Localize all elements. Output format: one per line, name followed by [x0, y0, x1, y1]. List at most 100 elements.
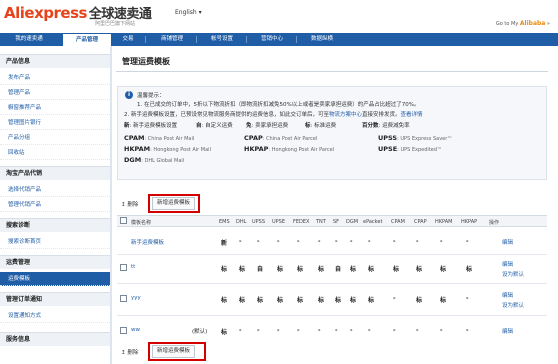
sidebar-item-product-groups[interactable]: 产品分组: [0, 131, 110, 145]
table-cell: -: [350, 327, 353, 334]
delete-button-top[interactable]: ↥ 删除: [121, 200, 138, 208]
sidebar-section-taobao: 淘宝产品代销: [0, 166, 110, 180]
nav-item-products[interactable]: 产品管理: [62, 33, 112, 46]
table-cell: 标: [239, 297, 246, 304]
row-checkbox[interactable]: [120, 295, 127, 302]
nav-item-my-aliexpress[interactable]: 我的速卖通: [6, 33, 52, 46]
table-cell: 标: [221, 329, 228, 336]
table-cell: 标: [297, 266, 304, 273]
edit-link[interactable]: 编辑: [502, 327, 513, 335]
sidebar-item-recycle-bin[interactable]: 回收站: [0, 146, 110, 160]
goto-my-alibaba-link[interactable]: Go to My Alibaba »: [496, 20, 550, 27]
table-cell: 标: [393, 266, 400, 273]
nav-item-trade[interactable]: 交易: [114, 33, 142, 46]
th-cpap: CPAP: [414, 219, 427, 225]
table-cell: 自: [335, 266, 342, 273]
table-cell: 标: [416, 266, 423, 273]
row-name-tt[interactable]: tt: [131, 264, 135, 270]
table-cell: -: [466, 295, 469, 302]
logo-ali: Ali: [4, 4, 25, 22]
table-cell: 标: [297, 297, 304, 304]
sidebar-item-image-bank[interactable]: 管理图片银行: [0, 116, 110, 130]
table-cell: -: [416, 238, 419, 245]
sidebar-item-notify-method[interactable]: 设置通知方式: [0, 309, 110, 323]
logo-subtitle: 阿里巴巴旗下网站: [95, 21, 136, 27]
table-cell: -: [368, 327, 371, 334]
table-cell: 标: [277, 297, 284, 304]
sidebar-item-freight-template[interactable]: 运费模板: [0, 272, 110, 286]
sidebar-item-select-consign[interactable]: 选择代销产品: [0, 183, 110, 197]
tips-heading: 温馨提示：: [137, 93, 165, 99]
legend-text: : 标准运费: [310, 123, 337, 129]
edit-link[interactable]: 编辑: [502, 291, 513, 299]
nav-item-data[interactable]: 数据纵横: [302, 33, 342, 46]
table-cell: 标: [335, 297, 342, 304]
code-desc: : DHL Global Mail: [141, 158, 185, 164]
table-cell: -: [277, 238, 280, 245]
legend-percent: 百分数: 运费减免率: [362, 121, 410, 129]
table-header: 模板名称 EMS DHL UPSS UPSE FEDEX TNT SF DGM …: [117, 215, 547, 227]
table-cell: -: [466, 327, 469, 334]
sidebar-divider: [110, 46, 112, 364]
table-cell: 标: [318, 297, 325, 304]
code-key: UPSS: [378, 134, 398, 142]
table-cell: 标: [440, 266, 447, 273]
nav-item-marketing[interactable]: 营销中心: [252, 33, 292, 46]
delete-button-bottom[interactable]: ↥ 删除: [121, 348, 138, 356]
row-checkbox[interactable]: [120, 327, 127, 334]
code-desc: : Hongkong Post Air Parcel: [268, 147, 335, 153]
tips-line2d: 直接安排发货。: [362, 112, 401, 118]
goto-brand: Alibaba: [519, 20, 546, 27]
sidebar-item-manage-consign[interactable]: 管理代销产品: [0, 198, 110, 212]
select-all-checkbox[interactable]: [120, 217, 127, 224]
code-upss: UPSS: UPS Express Saver™: [378, 134, 452, 142]
row-name-yyy[interactable]: yyy: [131, 295, 141, 301]
code-cpap: CPAP: China Post Air Parcel: [244, 134, 317, 142]
table-cell: 标: [239, 266, 246, 273]
view-details-link[interactable]: 查看详情: [401, 112, 423, 118]
set-default-link[interactable]: 设为默认: [502, 270, 524, 278]
row-checkbox[interactable]: [120, 264, 127, 271]
legend-standard: 标: 标准运费: [305, 121, 336, 129]
edit-link[interactable]: 编辑: [502, 238, 513, 246]
sidebar-item-publish-product[interactable]: 发布产品: [0, 71, 110, 85]
code-dgm: DGM: DHL Global Mail: [124, 156, 184, 164]
goto-suffix: »: [545, 21, 550, 27]
legend-free: 免: 卖家承担运费: [246, 121, 288, 129]
tips-line2b: ，已预设常见物流服务商提供的运费信息，如此交订单后，可至: [175, 112, 330, 118]
language-selector[interactable]: English ▾: [175, 9, 202, 16]
table-cell: -: [257, 238, 260, 245]
sidebar-item-search-diagnosis-home[interactable]: 搜索诊断首页: [0, 235, 110, 249]
row-divider: [117, 254, 547, 255]
th-actions: 操作: [489, 220, 500, 226]
sidebar-section-order-notify: 管理订单通知: [0, 292, 110, 306]
table-cell: 标: [257, 297, 264, 304]
table-cell: -: [393, 295, 396, 302]
code-key: CPAP: [244, 134, 263, 142]
highlight-box-top: [148, 194, 200, 213]
highlight-box-bottom: [148, 342, 206, 361]
set-default-link[interactable]: 设为默认: [502, 301, 524, 309]
sidebar-section-product-info: 产品信息: [0, 54, 110, 68]
code-desc: : UPS Express Saver™: [397, 136, 453, 142]
top-header: Aliexpress 全球速卖通 阿里巴巴旗下网站 English ▾ Go to…: [0, 0, 558, 33]
nav-item-store[interactable]: 商铺管理: [152, 33, 192, 46]
legend-text: : 运费减免率: [378, 123, 410, 129]
table-cell: 标: [466, 266, 473, 273]
row-name-ww[interactable]: ww: [131, 327, 140, 333]
table-cell: -: [335, 238, 338, 245]
table-cell: 标: [368, 266, 375, 273]
table-cell: -: [277, 327, 280, 334]
table-cell: 新: [221, 240, 228, 247]
nav-item-account[interactable]: 帐号设置: [202, 33, 242, 46]
table-cell: 标: [350, 297, 357, 304]
sidebar-item-manage-products[interactable]: 管理产品: [0, 86, 110, 100]
row-name-novice[interactable]: 新手运费模板: [131, 238, 164, 246]
tips-line2a: 2. 新手运费模板设置: [124, 112, 175, 118]
tips-line2: 2. 新手运费模板设置，已预设常见物流服务商提供的运费信息，如此交订单后，可至物…: [124, 110, 423, 118]
edit-link[interactable]: 编辑: [502, 260, 513, 268]
logistics-center-link[interactable]: 物流方案中心: [329, 112, 362, 118]
table-cell: -: [297, 238, 300, 245]
nav-separator: [296, 36, 297, 43]
sidebar-item-window-products[interactable]: 橱窗推荐产品: [0, 101, 110, 115]
